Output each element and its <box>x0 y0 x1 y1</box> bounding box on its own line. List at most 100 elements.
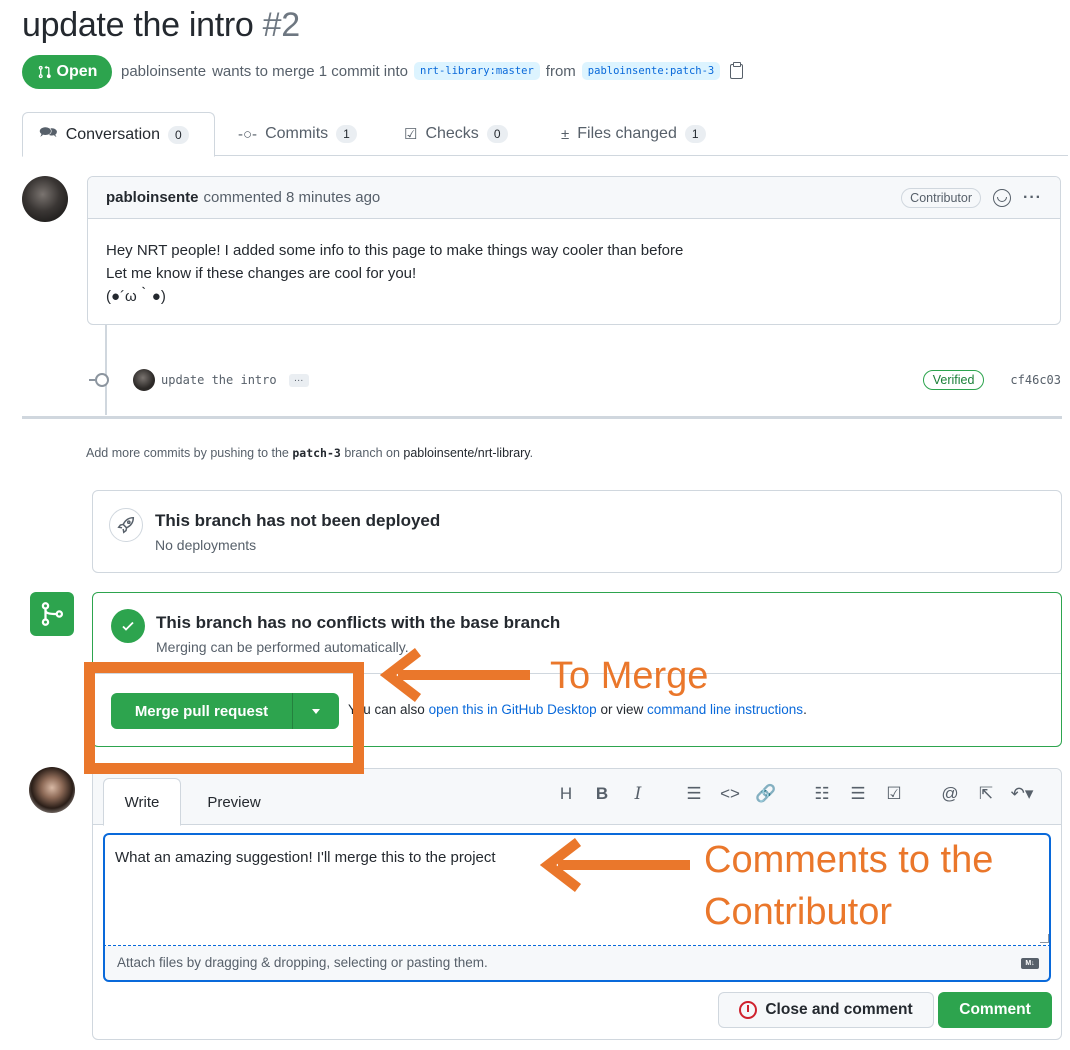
verified-badge[interactable]: Verified <box>922 370 985 390</box>
also-text: . <box>803 702 807 717</box>
tab-label: Conversation <box>65 125 160 143</box>
kebab-icon[interactable]: ··· <box>1023 189 1042 207</box>
status-label: Open <box>56 63 98 80</box>
git-merge-icon <box>30 592 74 636</box>
cross-reference-icon[interactable]: ⇱ <box>968 784 1004 804</box>
tab-counter: 1 <box>336 125 357 143</box>
tab-label: Files changed <box>577 125 677 142</box>
tab-commits[interactable]: -○- Commits 1 <box>222 112 373 156</box>
merge-subtitle: Merging can be performed automatically. <box>156 639 409 655</box>
status-badge: Open <box>22 55 112 89</box>
close-label: Close and comment <box>765 1001 913 1018</box>
tab-label: Commits <box>265 125 329 142</box>
comment-line: (●´ω｀●) <box>106 288 166 305</box>
close-and-comment-button[interactable]: Close and comment <box>718 992 934 1028</box>
annotation-comments: Comments to the Contributor <box>704 834 993 939</box>
hint-text: branch on <box>344 446 400 460</box>
bold-button[interactable]: B <box>584 784 620 804</box>
mention-icon[interactable]: @ <box>932 784 968 804</box>
merge-alternatives: You can also open this in GitHub Desktop… <box>348 702 807 717</box>
highlight-box <box>84 662 364 774</box>
comment-line: Let me know if these changes are cool fo… <box>106 265 417 282</box>
tab-label: Checks <box>425 125 479 142</box>
commit-icon <box>89 373 109 387</box>
quote-icon[interactable]: ☰ <box>676 784 712 804</box>
pr-meta: pabloinsente wants to merge 1 commit int… <box>121 61 744 80</box>
italic-button[interactable]: I <box>620 784 656 804</box>
hint-branch: patch-3 <box>292 446 341 460</box>
pr-number: #2 <box>262 6 301 44</box>
rocket-icon <box>109 508 143 542</box>
copy-icon[interactable] <box>730 61 744 79</box>
deploy-subtitle: No deployments <box>155 537 257 553</box>
annotation-merge: To Merge <box>550 655 709 697</box>
annotation-line: Comments to the <box>704 839 994 881</box>
pull-request-icon <box>38 65 51 79</box>
avatar[interactable] <box>22 176 68 222</box>
arrow-merge <box>380 648 530 702</box>
tab-files-changed[interactable]: ± Files changed 1 <box>545 112 722 156</box>
push-hint: Add more commits by pushing to the patch… <box>86 446 533 460</box>
diff-icon: ± <box>561 125 570 143</box>
commit-row: update the intro … Verified cf46c03 <box>89 366 1061 394</box>
smiley-icon[interactable] <box>993 188 1012 207</box>
expand-commit-button[interactable]: … <box>288 373 309 387</box>
timeline-divider <box>22 416 1062 419</box>
comment-meta[interactable]: commented 8 minutes ago <box>204 189 381 206</box>
commit-sha[interactable]: cf46c03 <box>1010 373 1061 387</box>
command-line-link[interactable]: command line instructions <box>647 702 803 717</box>
tab-counter: 0 <box>167 125 189 144</box>
hint-text: Add more commits by pushing to the <box>86 446 289 460</box>
task-list-icon[interactable]: ☑ <box>876 784 912 804</box>
reply-icon[interactable]: ↶▾ <box>1004 784 1040 804</box>
tab-write[interactable]: Write <box>103 778 181 826</box>
attach-text: Attach files by dragging & dropping, sel… <box>117 955 488 970</box>
also-text: or view <box>600 702 644 717</box>
deploy-box <box>92 490 1062 573</box>
hint-repo[interactable]: pabloinsente/nrt-library <box>403 446 529 460</box>
tab-counter: 0 <box>486 125 508 143</box>
commit-message[interactable]: update the intro <box>161 373 277 387</box>
head-branch[interactable]: pabloinsente:patch-3 <box>581 62 721 80</box>
unordered-list-icon[interactable]: ☷ <box>804 784 840 804</box>
hint-text: . <box>529 446 534 460</box>
pr-from-text: from <box>545 62 576 80</box>
pr-merge-text: wants to merge 1 commit into <box>212 62 408 80</box>
comment-text: What an amazing suggestion! I'll merge t… <box>115 849 496 866</box>
comment-line: Hey NRT people! I added some info to thi… <box>106 242 684 259</box>
page-title: update the intro #2 <box>22 6 300 45</box>
checklist-icon: ☑ <box>404 126 418 143</box>
arrow-comments <box>540 838 690 892</box>
merge-title: This branch has no conflicts with the ba… <box>156 613 561 632</box>
pr-author[interactable]: pabloinsente <box>121 63 206 80</box>
issue-closed-icon <box>739 1001 758 1019</box>
attach-files-area[interactable]: Attach files by dragging & dropping, sel… <box>103 946 1051 982</box>
tab-checks[interactable]: ☑ Checks 0 <box>388 112 524 156</box>
commit-icon: -○- <box>238 125 258 143</box>
pr-title: update the intro <box>22 6 254 44</box>
avatar[interactable] <box>29 767 75 813</box>
comment-author[interactable]: pabloinsente <box>106 189 199 206</box>
resize-handle[interactable] <box>1040 934 1049 943</box>
comment-button[interactable]: Comment <box>938 992 1052 1028</box>
comment-body: Hey NRT people! I added some info to thi… <box>88 219 1060 308</box>
tab-preview[interactable]: Preview <box>190 778 278 826</box>
comment-icon: 🗪 <box>39 124 58 141</box>
editor-toolbar: H B I ☰ <> 🔗 ☷ ☰ ☑ @ ⇱ ↶▾ <box>548 784 1040 804</box>
ordered-list-icon[interactable]: ☰ <box>840 784 876 804</box>
comment-box: pabloinsente commented 8 minutes ago Con… <box>87 176 1061 325</box>
check-icon <box>111 609 145 643</box>
deploy-title: This branch has not been deployed <box>155 511 441 530</box>
base-branch[interactable]: nrt-library:master <box>414 62 540 80</box>
markdown-icon[interactable]: M↓ <box>1021 958 1039 969</box>
tab-counter: 1 <box>684 125 706 143</box>
annotation-line: Contributor <box>704 891 892 934</box>
heading-button[interactable]: H <box>548 784 584 804</box>
code-icon[interactable]: <> <box>712 784 748 804</box>
comment-header: pabloinsente commented 8 minutes ago Con… <box>88 177 1060 219</box>
avatar[interactable] <box>133 369 155 391</box>
tab-conversation[interactable]: 🗪 Conversation 0 <box>22 112 215 157</box>
github-desktop-link[interactable]: open this in GitHub Desktop <box>429 702 597 717</box>
link-icon[interactable]: 🔗 <box>748 784 784 804</box>
contributor-badge: Contributor <box>901 187 982 208</box>
